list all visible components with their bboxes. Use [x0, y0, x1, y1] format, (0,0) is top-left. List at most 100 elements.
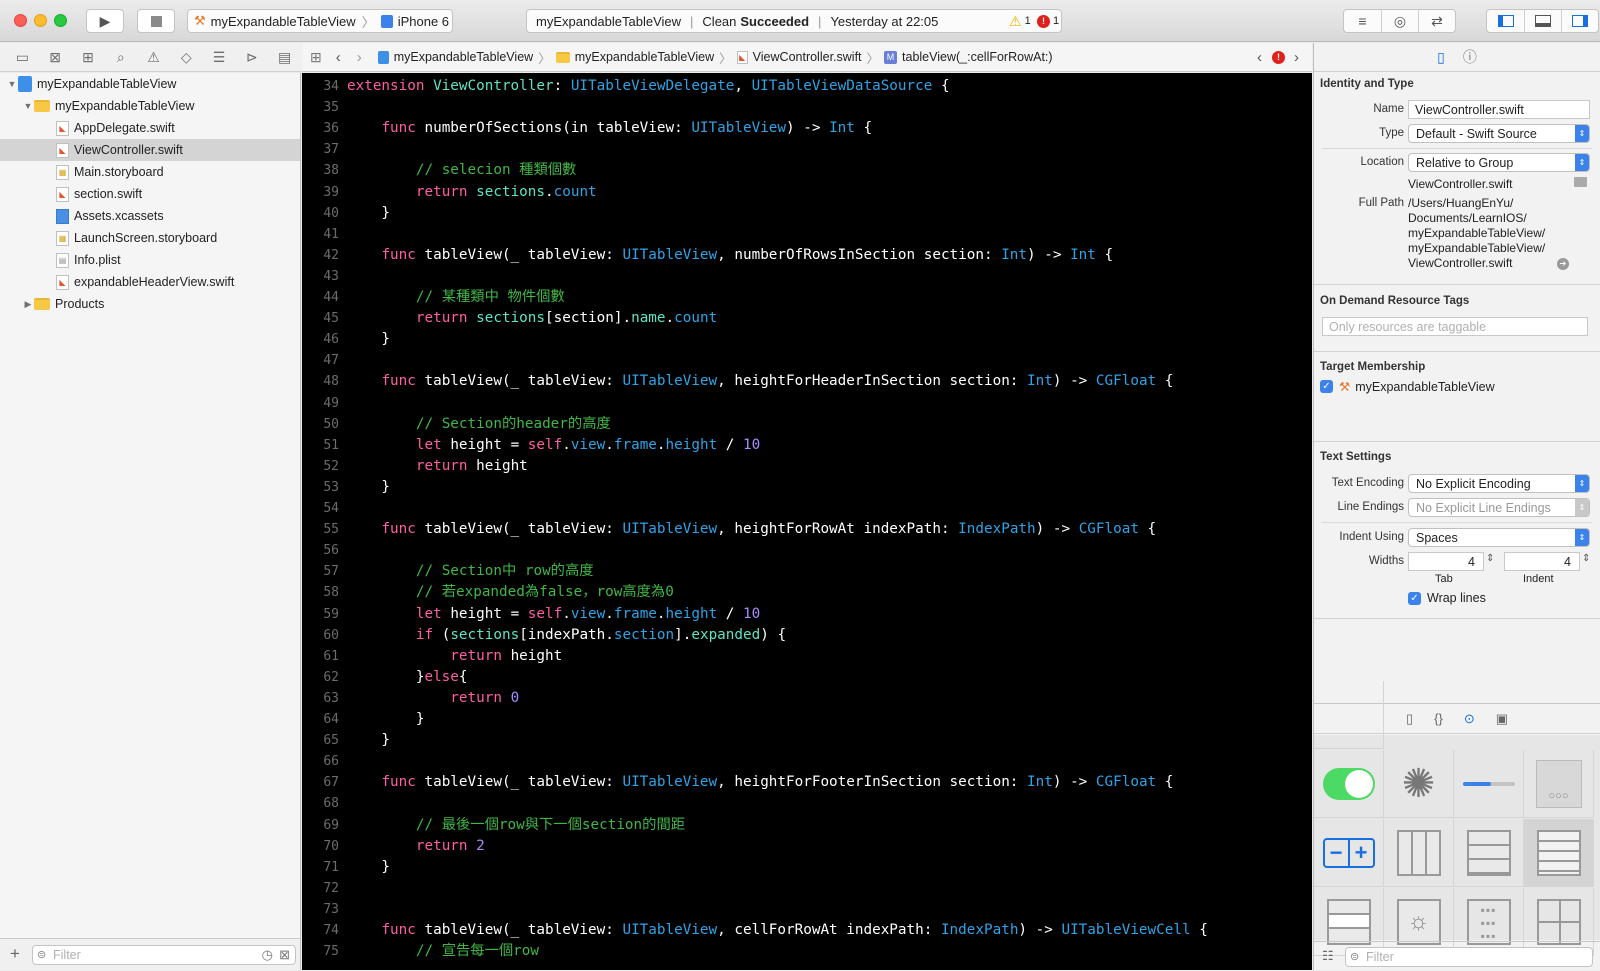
- code-line[interactable]: 34 extension ViewController: UITableViewD…: [302, 76, 1312, 97]
- error-indicator[interactable]: ! 1: [1037, 14, 1059, 28]
- code-line[interactable]: 53 }: [302, 477, 1312, 498]
- code-line[interactable]: 54: [302, 498, 1312, 519]
- reveal-in-finder-icon[interactable]: ➔: [1557, 258, 1569, 270]
- run-button[interactable]: ▶: [86, 9, 124, 33]
- code-line[interactable]: 62 }else{: [302, 667, 1312, 688]
- target-checkbox[interactable]: ✓: [1320, 380, 1333, 393]
- wrap-lines-checkbox[interactable]: ✓: [1408, 591, 1421, 605]
- object-library-tab[interactable]: ⊙: [1464, 711, 1475, 727]
- test-navigator-tab[interactable]: ◇: [170, 49, 203, 66]
- source-control-tab[interactable]: ⊠: [39, 49, 72, 66]
- library-item-activity-indicator[interactable]: ✺: [1384, 750, 1454, 818]
- jump-crumb-method[interactable]: M tableView(_:cellForRowAt:): [884, 50, 1053, 64]
- navigator-filter-input[interactable]: ⊜ Filter ◷ ⊠: [32, 945, 296, 965]
- library-item-vertical-stack[interactable]: [1454, 819, 1524, 887]
- quick-help-tab[interactable]: ⓘ: [1463, 47, 1477, 67]
- recent-files-icon[interactable]: ◷: [262, 947, 273, 963]
- next-issue-button[interactable]: ›: [1294, 49, 1299, 66]
- name-field[interactable]: ViewController.swift: [1408, 100, 1590, 119]
- scheme-selector[interactable]: ⚒ myExpandableTableView 〉 iPhone 6: [187, 9, 453, 33]
- disclosure-triangle[interactable]: ▼: [6, 79, 18, 89]
- library-item-progress-view[interactable]: [1454, 750, 1524, 818]
- close-window-button[interactable]: [14, 14, 27, 27]
- source-control-filter-icon[interactable]: ⊠: [279, 947, 290, 963]
- minimize-window-button[interactable]: [34, 14, 47, 27]
- code-line[interactable]: 38 // selecion 種類個數: [302, 160, 1312, 181]
- disclosure-triangle[interactable]: ▶: [22, 299, 34, 310]
- list-view-icon[interactable]: ☷: [1322, 948, 1334, 964]
- odr-tags-field[interactable]: Only resources are taggable: [1322, 317, 1588, 336]
- breakpoint-navigator-tab[interactable]: ⊳: [235, 49, 268, 66]
- version-editor-button[interactable]: ⇄: [1418, 10, 1455, 32]
- library-item-table-view[interactable]: [1524, 819, 1594, 887]
- library-item-page-control[interactable]: ○○○: [1524, 750, 1594, 818]
- symbol-navigator-tab[interactable]: ⊞: [72, 49, 105, 66]
- code-line[interactable]: 41: [302, 224, 1312, 245]
- navigator-item-file[interactable]: ▦ LaunchScreen.storyboard: [0, 227, 300, 249]
- code-line[interactable]: 68: [302, 793, 1312, 814]
- code-line[interactable]: 45 return sections[section].name.count: [302, 308, 1312, 329]
- code-line[interactable]: 64 }: [302, 709, 1312, 730]
- encoding-popup[interactable]: No Explicit Encoding ⇕: [1408, 474, 1590, 493]
- library-item-segmented[interactable]: [1314, 681, 1384, 749]
- code-line[interactable]: 61 return height: [302, 646, 1312, 667]
- line-endings-popup[interactable]: No Explicit Line Endings ⇕: [1408, 498, 1590, 517]
- file-inspector-tab[interactable]: ▯: [1437, 49, 1445, 66]
- wrap-lines-row[interactable]: ✓ Wrap lines: [1408, 591, 1486, 605]
- toggle-inspector-button[interactable]: [1561, 10, 1598, 32]
- indent-using-popup[interactable]: Spaces ⇕: [1408, 528, 1590, 547]
- disclosure-triangle[interactable]: ▼: [22, 101, 34, 111]
- library-item-stack-view[interactable]: [1384, 819, 1454, 887]
- project-navigator-tab[interactable]: ▭: [6, 49, 39, 66]
- code-line[interactable]: 73: [302, 899, 1312, 920]
- code-line[interactable]: 58 // 若expanded為false，row高度為0: [302, 582, 1312, 603]
- code-line[interactable]: 66: [302, 751, 1312, 772]
- code-line[interactable]: 43: [302, 266, 1312, 287]
- indent-width-stepper[interactable]: ⇕: [1582, 553, 1590, 564]
- source-editor[interactable]: 34 extension ViewController: UITableViewD…: [302, 73, 1312, 970]
- code-line[interactable]: 46 }: [302, 329, 1312, 350]
- code-line[interactable]: 63 return 0: [302, 688, 1312, 709]
- stop-button[interactable]: [137, 9, 175, 33]
- location-popup[interactable]: Relative to Group ⇕: [1408, 153, 1590, 172]
- code-line[interactable]: 51 let height = self.view.frame.height /…: [302, 435, 1312, 456]
- previous-issue-button[interactable]: ‹: [1257, 49, 1262, 66]
- navigator-item-project[interactable]: ▼ myExpandableTableView: [0, 73, 300, 95]
- media-library-tab[interactable]: ▣: [1496, 711, 1508, 727]
- report-navigator-tab[interactable]: ▤: [268, 49, 301, 66]
- code-line[interactable]: 57 // Section中 row的高度: [302, 561, 1312, 582]
- code-line[interactable]: 72: [302, 878, 1312, 899]
- toggle-navigator-button[interactable]: [1487, 10, 1524, 32]
- code-line[interactable]: 52 return height: [302, 456, 1312, 477]
- type-popup[interactable]: Default - Swift Source ⇕: [1408, 124, 1590, 143]
- file-template-tab[interactable]: ▯: [1406, 711, 1413, 727]
- debug-navigator-tab[interactable]: ☰: [203, 49, 236, 66]
- code-line[interactable]: 75 // 宣告每一個row: [302, 941, 1312, 962]
- code-line[interactable]: 49: [302, 393, 1312, 414]
- library-item-stepper[interactable]: − +: [1314, 819, 1384, 887]
- add-icon[interactable]: +: [10, 944, 20, 964]
- code-line[interactable]: 70 return 2: [302, 836, 1312, 857]
- assistant-editor-button[interactable]: ◎: [1381, 10, 1418, 32]
- navigator-item-file[interactable]: ◣ section.swift: [0, 183, 300, 205]
- library-filter-input[interactable]: ⊜ Filter: [1345, 947, 1593, 967]
- library-item-switch[interactable]: [1314, 750, 1384, 818]
- target-row[interactable]: ✓ ⚒ myExpandableTableView: [1320, 379, 1495, 394]
- issue-error-icon[interactable]: !: [1272, 51, 1285, 64]
- code-line[interactable]: 47: [302, 350, 1312, 371]
- navigator-item-file[interactable]: ◣ expandableHeaderView.swift: [0, 271, 300, 293]
- code-line[interactable]: 56: [302, 540, 1312, 561]
- code-line[interactable]: 39 return sections.count: [302, 182, 1312, 203]
- code-line[interactable]: 71 }: [302, 857, 1312, 878]
- standard-editor-button[interactable]: ≡: [1344, 10, 1381, 32]
- code-line[interactable]: 65 }: [302, 730, 1312, 751]
- tab-width-field[interactable]: 4: [1408, 552, 1484, 571]
- code-line[interactable]: 35: [302, 97, 1312, 118]
- issue-navigator-tab[interactable]: ⚠: [137, 49, 170, 66]
- jump-crumb-group[interactable]: myExpandableTableView: [555, 50, 714, 64]
- tab-width-stepper[interactable]: ⇕: [1486, 553, 1494, 564]
- code-snippet-tab[interactable]: {}: [1434, 711, 1443, 726]
- code-line[interactable]: 42 func tableView(_ tableView: UITableVi…: [302, 245, 1312, 266]
- code-line[interactable]: 36 func numberOfSections(in tableView: U…: [302, 118, 1312, 139]
- choose-folder-icon[interactable]: [1574, 177, 1587, 187]
